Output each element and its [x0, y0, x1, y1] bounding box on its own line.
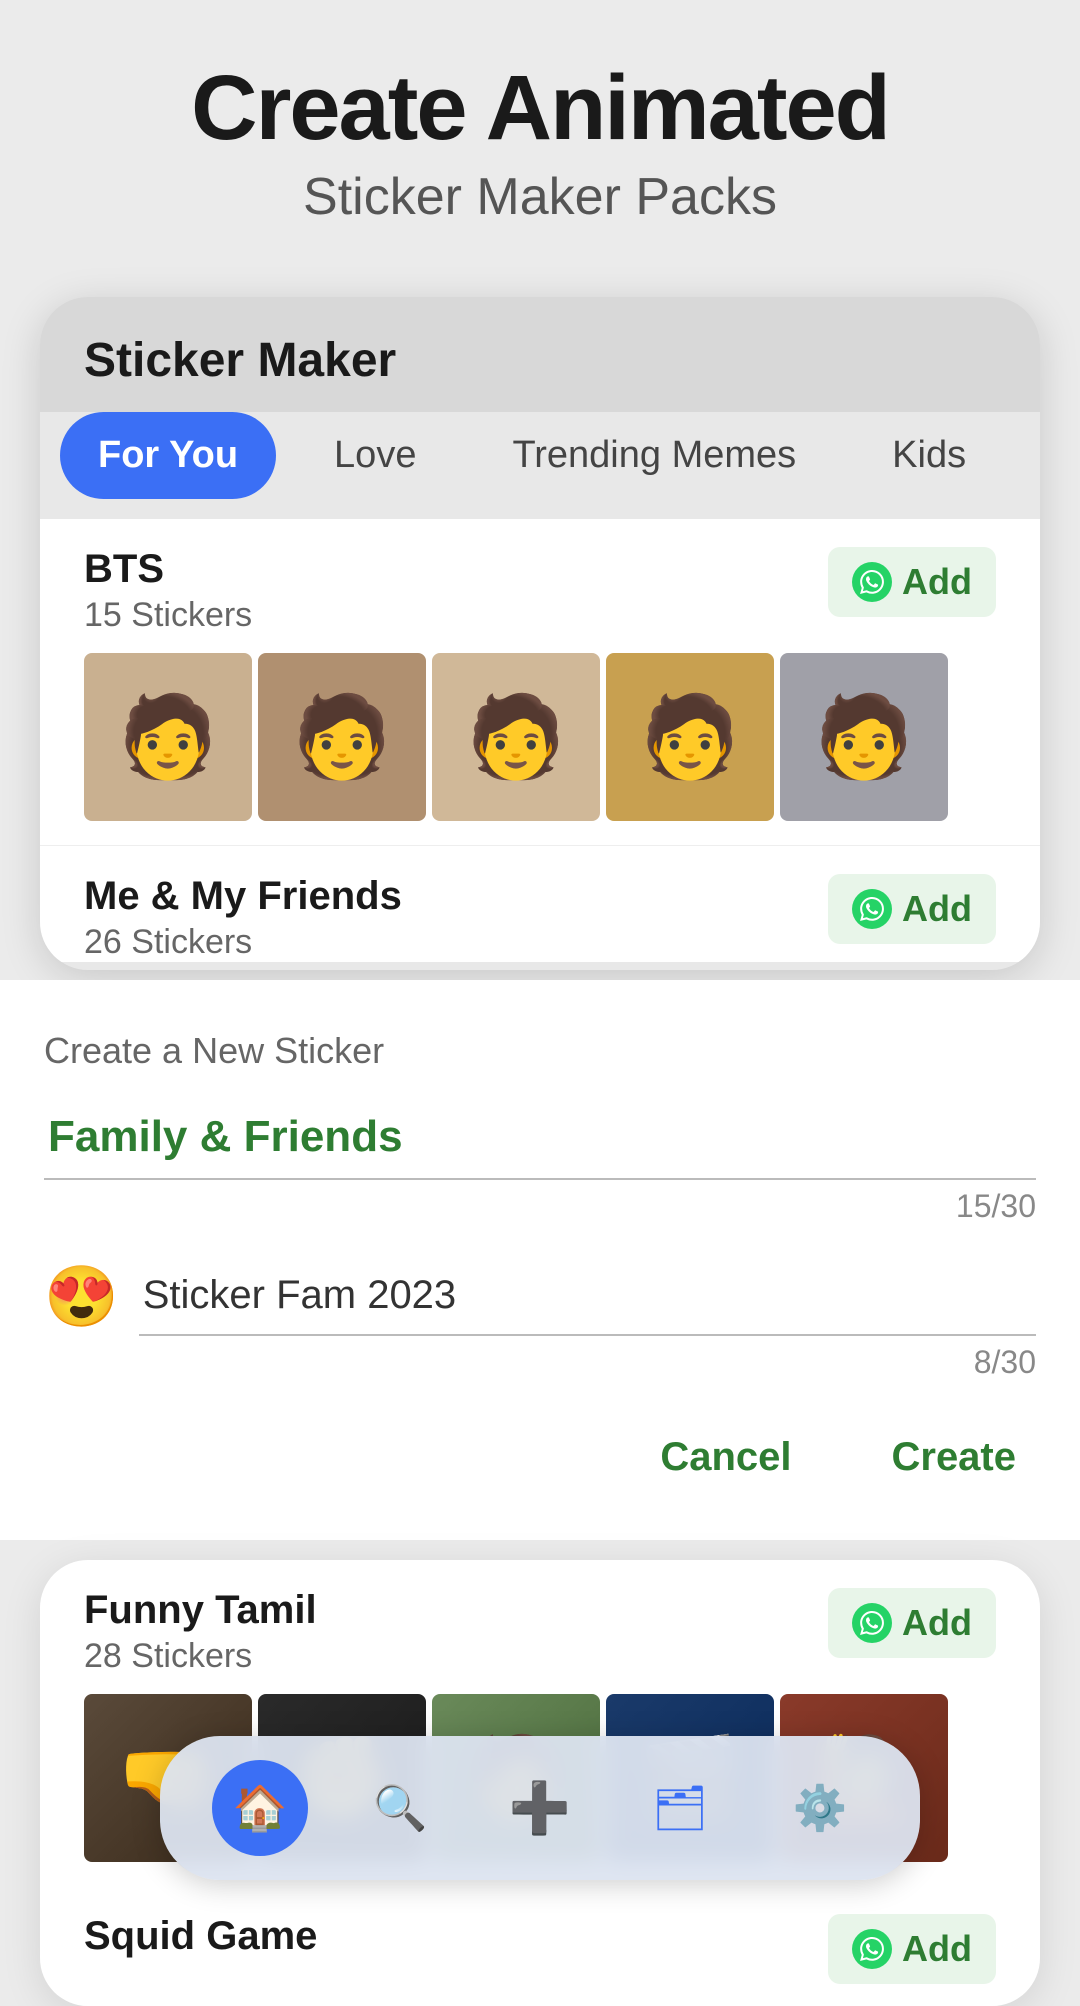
- sticker-name-input[interactable]: [139, 1257, 1036, 1336]
- funny-tamil-name: Funny Tamil: [84, 1588, 317, 1633]
- tab-kids[interactable]: Kids: [854, 412, 1004, 499]
- bts-face-1: 🧑: [84, 653, 252, 821]
- stickers-icon: 🗂: [652, 1782, 708, 1834]
- bts-pack-count: 15 Stickers: [84, 596, 252, 635]
- nav-search[interactable]: 🔍: [352, 1760, 448, 1856]
- action-buttons: Cancel Create: [44, 1405, 1036, 1520]
- create-section: Create a New Sticker 15/30 😍 8/30 Cancel…: [0, 980, 1080, 1540]
- funny-tamil-add-button[interactable]: Add: [828, 1588, 996, 1658]
- bts-face-3: 🧑: [432, 653, 600, 821]
- bts-face-4: 🧑: [606, 653, 774, 821]
- bts-face-2: 🧑: [258, 653, 426, 821]
- funny-tamil-add-label: Add: [902, 1602, 972, 1644]
- funny-tamil-header: Funny Tamil 28 Stickers Add: [84, 1588, 996, 1676]
- friends-pack-name: Me & My Friends: [84, 874, 402, 919]
- tab-love[interactable]: Love: [296, 412, 454, 499]
- emoji-display[interactable]: 😍: [44, 1261, 119, 1332]
- header-section: Create Animated Sticker Maker Packs: [0, 0, 1080, 267]
- tab-trending-memes[interactable]: Trending Memes: [474, 412, 834, 499]
- funny-tamil-info: Funny Tamil 28 Stickers: [84, 1588, 317, 1676]
- squid-info: Squid Game: [84, 1914, 317, 1959]
- sticker-pack-bts: BTS 15 Stickers Add 🧑 🧑 🧑: [40, 519, 1040, 845]
- header-subtitle: Sticker Maker Packs: [40, 167, 1040, 227]
- bts-thumb-4[interactable]: 🧑: [606, 653, 774, 821]
- friends-add-button[interactable]: Add: [828, 874, 996, 944]
- nav-stickers[interactable]: 🗂: [632, 1760, 728, 1856]
- create-label: Create a New Sticker: [44, 1030, 1036, 1072]
- squid-add-label: Add: [902, 1928, 972, 1970]
- app-card-title: Sticker Maker: [84, 334, 396, 387]
- nav-add[interactable]: ➕: [492, 1760, 588, 1856]
- category-tabs: For You Love Trending Memes Kids: [40, 412, 1040, 519]
- add-icon: ➕: [509, 1779, 571, 1838]
- squid-game-row: Squid Game Add: [40, 1886, 1040, 2006]
- header-title: Create Animated: [40, 60, 1040, 157]
- funny-tamil-count: 28 Stickers: [84, 1637, 317, 1676]
- home-icon: 🏠: [233, 1782, 288, 1834]
- bts-thumb-5[interactable]: 🧑: [780, 653, 948, 821]
- sticker-char-count: 8/30: [44, 1344, 1036, 1381]
- whatsapp-icon-bts: [852, 562, 892, 602]
- bts-add-label: Add: [902, 561, 972, 603]
- app-card: Sticker Maker For You Love Trending Meme…: [40, 297, 1040, 970]
- squid-name: Squid Game: [84, 1914, 317, 1959]
- bts-pack-info: BTS 15 Stickers: [84, 547, 252, 635]
- bts-pack-header: BTS 15 Stickers Add: [84, 547, 996, 635]
- settings-icon: ⚙️: [793, 1782, 848, 1834]
- pack-char-count: 15/30: [44, 1188, 1036, 1225]
- create-button[interactable]: Create: [871, 1425, 1036, 1490]
- squid-header: Squid Game Add: [84, 1914, 996, 1984]
- nav-settings[interactable]: ⚙️: [772, 1760, 868, 1856]
- app-card-header: Sticker Maker: [40, 297, 1040, 412]
- bts-face-5: 🧑: [780, 653, 948, 821]
- bts-thumb-3[interactable]: 🧑: [432, 653, 600, 821]
- search-icon: 🔍: [373, 1782, 428, 1834]
- friends-pack-header: Me & My Friends 26 Stickers Add: [84, 874, 996, 962]
- friends-pack-count: 26 Stickers: [84, 923, 402, 962]
- nav-home[interactable]: 🏠: [212, 1760, 308, 1856]
- bts-thumb-2[interactable]: 🧑: [258, 653, 426, 821]
- squid-add-button[interactable]: Add: [828, 1914, 996, 1984]
- whatsapp-icon-friends: [852, 889, 892, 929]
- bts-add-button[interactable]: Add: [828, 547, 996, 617]
- sticker-pack-friends: Me & My Friends 26 Stickers Add: [40, 845, 1040, 962]
- emoji-row: 😍: [44, 1257, 1036, 1336]
- cancel-button[interactable]: Cancel: [640, 1425, 811, 1490]
- bottom-nav: 🏠 🔍 ➕ 🗂 ⚙️: [160, 1736, 920, 1880]
- tab-for-you[interactable]: For You: [60, 412, 276, 499]
- pack-name-input[interactable]: [44, 1096, 1036, 1180]
- bts-thumbnails: 🧑 🧑 🧑 🧑 🧑: [84, 653, 996, 845]
- friends-pack-info: Me & My Friends 26 Stickers: [84, 874, 402, 962]
- friends-add-label: Add: [902, 888, 972, 930]
- bts-thumb-1[interactable]: 🧑: [84, 653, 252, 821]
- whatsapp-icon-squid: [852, 1929, 892, 1969]
- bts-pack-name: BTS: [84, 547, 252, 592]
- whatsapp-icon-funny: [852, 1603, 892, 1643]
